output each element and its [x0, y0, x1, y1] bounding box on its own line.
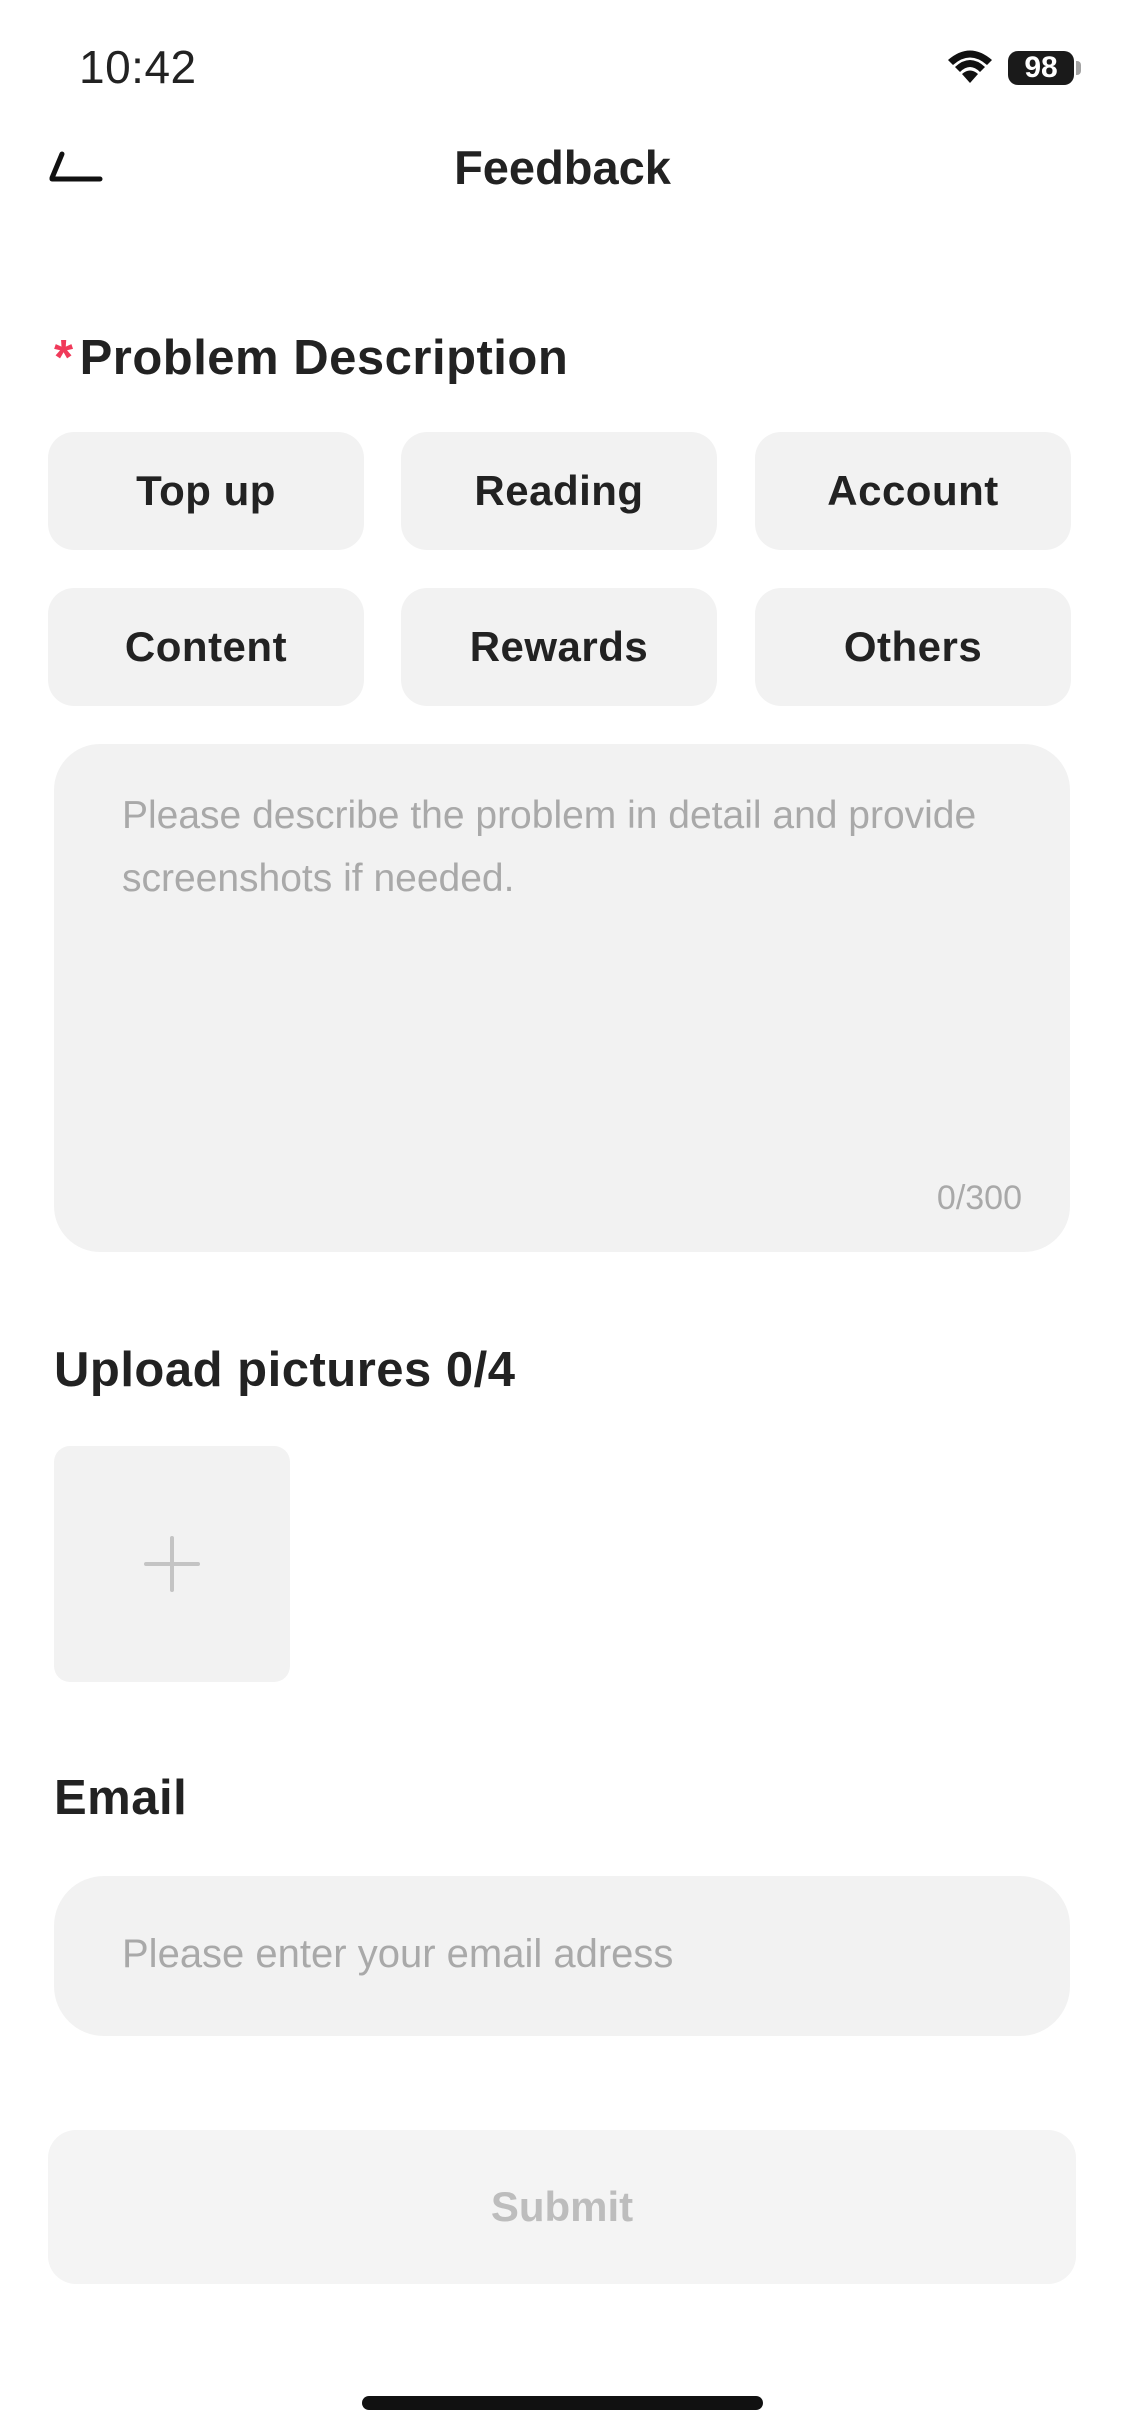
problem-description-title: Problem Description: [79, 331, 569, 385]
plus-icon: [144, 1536, 200, 1592]
email-title: Email: [54, 1771, 188, 1825]
submit-button[interactable]: Submit: [48, 2130, 1076, 2284]
feedback-screen: 10:42 98 Feedback * Problem Description T…: [0, 0, 1125, 2436]
required-mark: *: [54, 331, 74, 385]
wifi-icon: [948, 50, 992, 83]
category-chip-account[interactable]: Account: [755, 432, 1071, 550]
category-chip-content[interactable]: Content: [48, 588, 364, 706]
character-counter: 0/300: [936, 1179, 1022, 1217]
upload-pictures-title: Upload pictures 0/4: [54, 1343, 516, 1397]
battery-tip: [1076, 61, 1081, 75]
page-title: Feedback: [454, 141, 671, 194]
category-chip-others[interactable]: Others: [755, 588, 1071, 706]
category-chip-rewards[interactable]: Rewards: [401, 588, 717, 706]
description-placeholder: Please describe the problem in detail an…: [122, 794, 977, 900]
description-textarea[interactable]: Please describe the problem in detail an…: [54, 744, 1070, 1252]
category-chip-top-up[interactable]: Top up: [48, 432, 364, 550]
add-picture-button[interactable]: [54, 1446, 290, 1682]
battery-icon: 98: [1008, 51, 1074, 85]
status-time: 10:42: [79, 41, 197, 93]
email-placeholder: Please enter your email adress: [122, 1932, 674, 1976]
home-indicator: [362, 2396, 763, 2410]
problem-description-heading: * Problem Description: [54, 330, 568, 386]
category-chip-reading[interactable]: Reading: [401, 432, 717, 550]
email-field[interactable]: Please enter your email adress: [54, 1876, 1070, 2036]
battery-level: 98: [1024, 51, 1058, 84]
